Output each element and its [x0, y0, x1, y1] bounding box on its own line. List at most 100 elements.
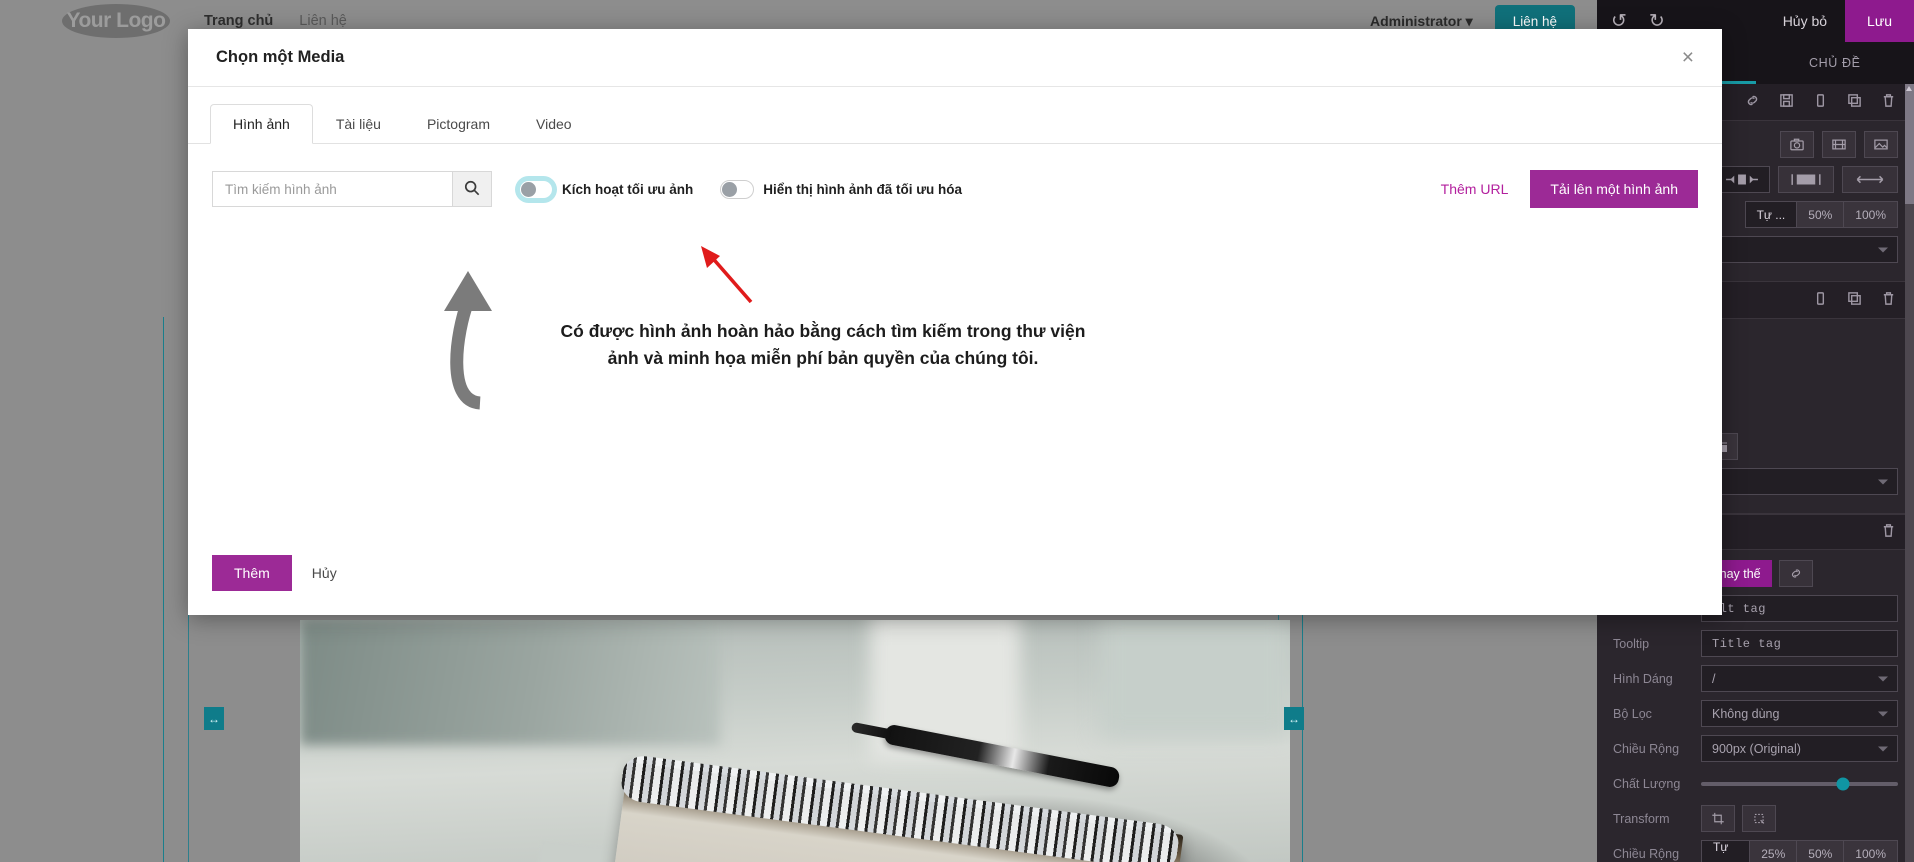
link-icon[interactable]: [1745, 93, 1760, 111]
toggle-enable-optimization-label: Kích hoạt tối ưu ảnh: [562, 181, 694, 197]
dialog-footer: Thêm Hủy: [188, 555, 1722, 615]
promo-message: Có được hình ảnh hoàn hảo bằng cách tìm …: [560, 321, 1086, 368]
trash-icon[interactable]: [1881, 523, 1896, 541]
trash-icon[interactable]: [1881, 291, 1896, 309]
chevron-down-icon: [1878, 746, 1888, 751]
search-input[interactable]: [212, 171, 452, 207]
display-width-auto[interactable]: Tự ...: [1701, 840, 1751, 862]
align-stretch-icon[interactable]: [1842, 166, 1898, 193]
transform-label: Transform: [1613, 811, 1670, 826]
dialog-title: Chọn một Media: [216, 48, 345, 66]
image-width-select[interactable]: 900px (Original): [1701, 735, 1898, 762]
quality-slider-knob[interactable]: [1836, 777, 1850, 790]
resize-handle-left[interactable]: ↔: [204, 707, 224, 730]
chevron-down-icon: [1878, 479, 1888, 484]
add-url-button[interactable]: Thêm URL: [1419, 181, 1531, 197]
shape-label: Hình Dáng: [1613, 671, 1673, 686]
width-preset-auto[interactable]: Tự ...: [1744, 201, 1798, 228]
display-width-50[interactable]: 50%: [1797, 840, 1845, 862]
filter-row: Bộ Lọc Không dùng: [1613, 700, 1898, 727]
red-arrow-annotation-icon: [693, 244, 763, 315]
toolbar-actions: Thêm URL Tải lên một hình ảnh: [1419, 170, 1698, 208]
scroll-up-arrow-icon[interactable]: [1906, 86, 1912, 91]
alt-tag-input[interactable]: Alt tag: [1701, 595, 1898, 622]
chevron-down-icon: ▾: [1465, 12, 1473, 29]
film-icon[interactable]: [1822, 131, 1856, 158]
quality-slider[interactable]: [1701, 770, 1898, 797]
crop-icon[interactable]: [1701, 805, 1735, 832]
dialog-header: Chọn một Media ×: [188, 29, 1722, 87]
mobile-icon[interactable]: [1813, 93, 1828, 111]
link-icon[interactable]: [1778, 560, 1813, 587]
dialog-body: Có được hình ảnh hoàn hảo bằng cách tìm …: [188, 208, 1722, 516]
photo-blur-wall: [300, 620, 720, 745]
shape-select[interactable]: /: [1701, 665, 1898, 692]
screen-root: Your Logo Trang chủ Liên hệ Administrato…: [0, 0, 1914, 862]
tab-theme[interactable]: CHỦ ĐỀ: [1756, 42, 1914, 84]
quality-slider-track: [1701, 781, 1898, 786]
account-label: Administrator: [1369, 12, 1462, 29]
tab-pictogram[interactable]: Pictogram: [404, 104, 513, 144]
tooltip-input[interactable]: Title tag: [1701, 630, 1898, 657]
image-width-value: 900px (Original): [1712, 741, 1801, 756]
undo-icon[interactable]: ↺: [1611, 12, 1627, 31]
nav-item-home[interactable]: Trang chủ: [204, 13, 273, 29]
toggle-enable-optimization[interactable]: [519, 179, 553, 199]
tooltip-label: Tooltip: [1613, 636, 1650, 651]
display-width-25[interactable]: 25%: [1750, 840, 1798, 862]
save-button[interactable]: Lưu: [1845, 0, 1914, 42]
image-width-row: Chiều Rộng 900px (Original): [1613, 735, 1898, 762]
duplicate-icon[interactable]: [1847, 93, 1862, 111]
camera-icon[interactable]: [1780, 131, 1814, 158]
site-logo[interactable]: Your Logo: [62, 4, 170, 38]
display-width-100[interactable]: 100%: [1844, 840, 1898, 862]
resize-handle-right[interactable]: ↔: [1284, 707, 1304, 730]
curved-arrow-annotation-icon: [438, 263, 558, 418]
confirm-add-button[interactable]: Thêm: [212, 555, 292, 591]
trash-icon[interactable]: [1881, 93, 1896, 111]
save-icon[interactable]: [1779, 93, 1794, 111]
tooltip-row: Tooltip Title tag: [1613, 630, 1898, 657]
filter-select[interactable]: Không dùng: [1701, 700, 1898, 727]
resize-icon[interactable]: [1742, 805, 1776, 832]
image-width-label: Chiều Rộng: [1613, 741, 1680, 756]
nav-item-contact[interactable]: Liên hệ: [299, 13, 347, 29]
tab-images[interactable]: Hình ảnh: [210, 104, 313, 144]
photo-blur-column-2: [1100, 620, 1290, 738]
image-icon[interactable]: [1864, 131, 1898, 158]
hero-image[interactable]: [300, 620, 1290, 862]
filter-label: Bộ Lọc: [1613, 706, 1652, 721]
chevron-down-icon: [1878, 247, 1888, 252]
mobile-icon[interactable]: [1813, 291, 1828, 309]
display-width-row: Chiều Rộng Tự ... 25% 50% 100%: [1613, 840, 1898, 862]
search-icon: [464, 180, 480, 199]
align-center-icon[interactable]: [1778, 166, 1834, 193]
media-toolbar: Kích hoạt tối ưu ảnh Hiển thị hình ảnh đ…: [188, 144, 1722, 208]
discard-button[interactable]: Hủy bỏ: [1765, 13, 1845, 29]
duplicate-icon[interactable]: [1847, 291, 1862, 309]
cancel-button[interactable]: Hủy: [292, 565, 357, 581]
shape-row: Hình Dáng /: [1613, 665, 1898, 692]
filter-value: Không dùng: [1712, 706, 1780, 721]
tab-video[interactable]: Video: [513, 104, 595, 144]
toggle-show-optimized[interactable]: [720, 179, 755, 199]
display-width-label: Chiều Rộng: [1613, 846, 1680, 861]
display-width-segments: Tự ... 25% 50% 100%: [1701, 840, 1898, 862]
upload-image-button[interactable]: Tải lên một hình ảnh: [1530, 170, 1698, 208]
sidebar-scrollbar[interactable]: [1905, 84, 1914, 862]
align-inside-icon[interactable]: [1714, 166, 1770, 193]
close-icon[interactable]: ×: [1682, 47, 1694, 68]
search-button[interactable]: [452, 171, 492, 207]
redo-icon[interactable]: ↻: [1649, 12, 1665, 31]
account-menu[interactable]: Administrator ▾: [1370, 13, 1473, 30]
media-tabs: Hình ảnh Tài liệu Pictogram Video: [188, 87, 1722, 144]
width-preset-50[interactable]: 50%: [1797, 201, 1845, 228]
site-nav: Trang chủ Liên hệ: [204, 13, 347, 29]
width-preset-100[interactable]: 100%: [1844, 201, 1898, 228]
sidebar-scrollbar-thumb[interactable]: [1905, 84, 1914, 204]
chevron-down-icon: [1878, 711, 1888, 716]
transform-row: Transform: [1613, 805, 1898, 832]
chevron-down-icon: [1878, 676, 1888, 681]
shape-value: /: [1712, 671, 1716, 686]
tab-documents[interactable]: Tài liệu: [313, 104, 404, 144]
